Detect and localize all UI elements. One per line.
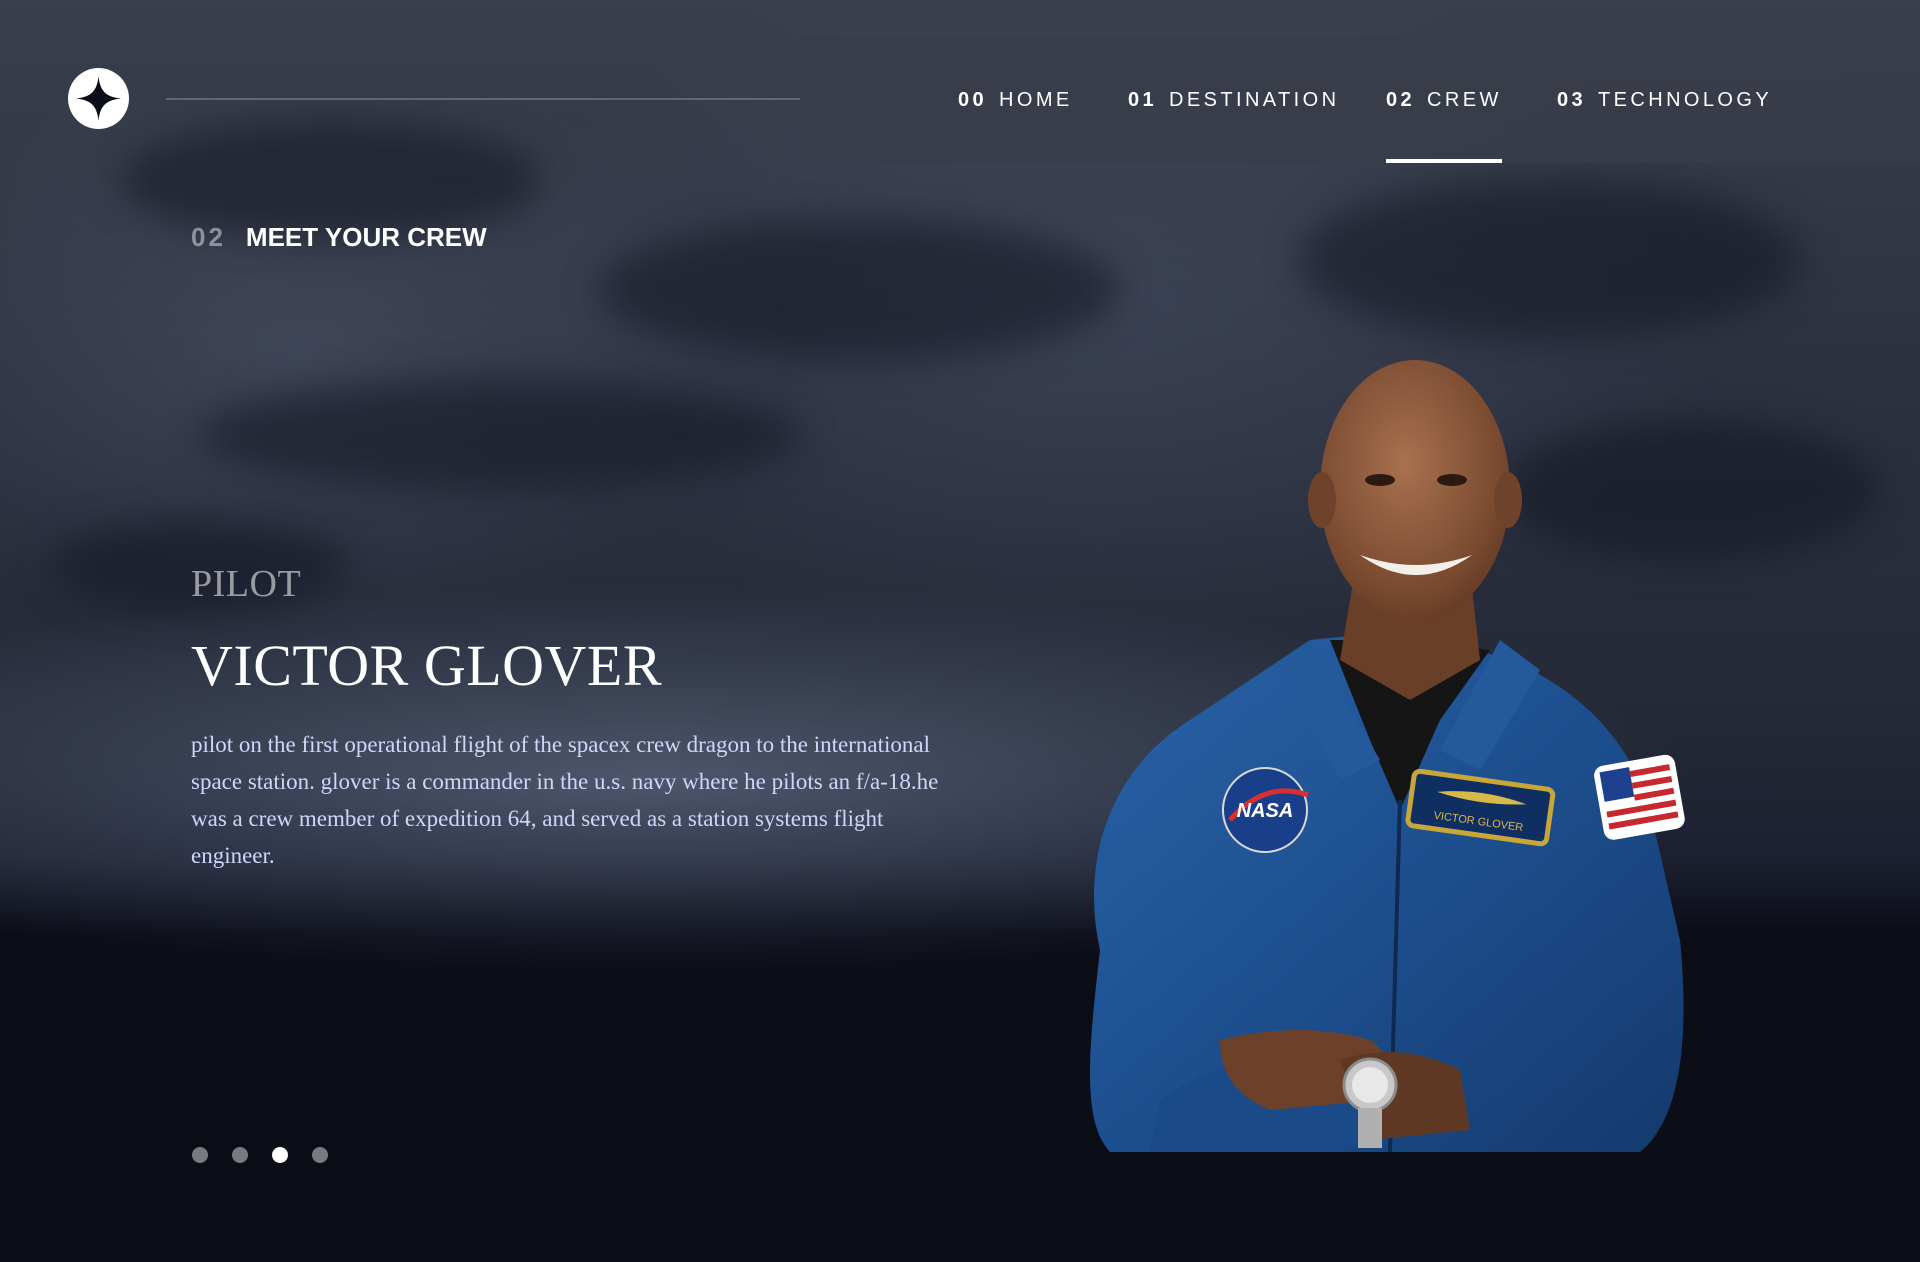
crew-role: PILOT	[191, 563, 302, 605]
nasa-patch-text: NASA	[1237, 800, 1294, 822]
nav-number: 00	[958, 89, 988, 111]
nav-label: CREW	[1427, 89, 1502, 111]
crew-name: VICTOR GLOVER	[191, 633, 663, 698]
pagination-dot-2[interactable]	[232, 1147, 248, 1163]
section-heading: 02 MEET YOUR CREW	[191, 222, 487, 253]
section-number: 02	[191, 222, 226, 252]
nav-number: 03	[1557, 89, 1587, 111]
header-divider	[166, 98, 800, 100]
nav-number: 02	[1386, 89, 1416, 111]
nav-number: 01	[1128, 89, 1158, 111]
cloud-shadow	[1300, 180, 1800, 340]
cloud-shadow	[200, 380, 800, 490]
pagination-dot-4[interactable]	[312, 1147, 328, 1163]
nav-label: TECHNOLOGY	[1598, 89, 1773, 111]
primary-nav: 00 HOME 01 DESTINATION 02 CREW 03 TECHNO…	[800, 38, 1920, 163]
nav-label: HOME	[999, 89, 1073, 111]
four-point-star-logo-icon	[76, 76, 121, 121]
logo[interactable]	[68, 68, 129, 129]
crew-portrait-image: NASA VICTOR GLOVER	[1090, 360, 1685, 1152]
crew-pagination	[192, 1147, 328, 1163]
pagination-dot-1[interactable]	[192, 1147, 208, 1163]
nav-destination[interactable]: 01 DESTINATION	[1128, 38, 1339, 163]
nav-home[interactable]: 00 HOME	[958, 38, 1073, 163]
cloud-shadow	[600, 220, 1120, 360]
section-title: MEET YOUR CREW	[245, 222, 487, 252]
crew-bio: pilot on the first operational flight of…	[191, 732, 939, 868]
pagination-dot-3[interactable]	[272, 1147, 288, 1163]
nav-label: DESTINATION	[1169, 89, 1340, 111]
nav-crew[interactable]: 02 CREW	[1386, 38, 1502, 163]
nav-technology[interactable]: 03 TECHNOLOGY	[1557, 38, 1772, 163]
